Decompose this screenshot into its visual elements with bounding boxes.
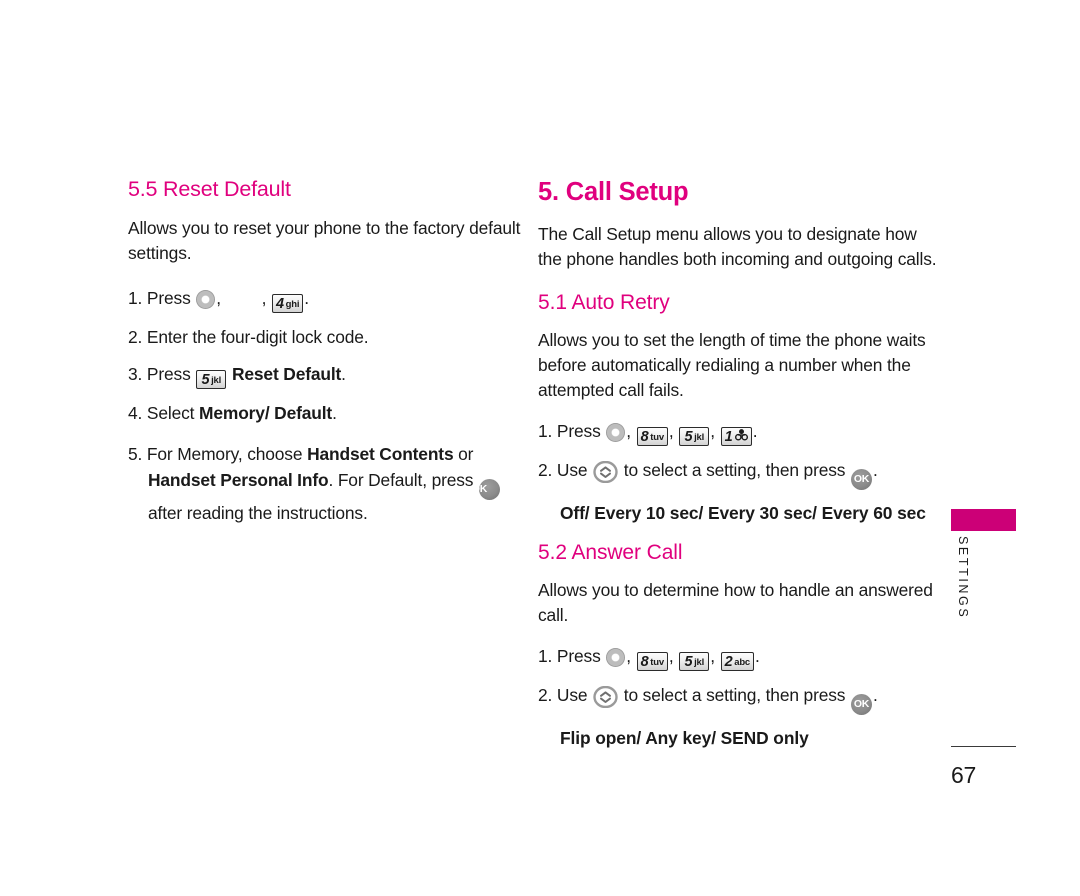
keycap-5-jkl-icon: 5 jkl bbox=[196, 369, 227, 389]
step-1-verb: Press bbox=[146, 287, 191, 308]
voicemail-glyph-icon bbox=[734, 428, 748, 443]
ok-round-key-icon: OK bbox=[472, 478, 501, 500]
step-3: 3. Press 5 jkl Reset Default. bbox=[128, 361, 523, 389]
step-3-bold: Reset Default bbox=[231, 363, 342, 384]
step-4-number: 4. bbox=[128, 402, 143, 423]
period-4: . bbox=[332, 402, 337, 423]
section-tab-marker bbox=[951, 509, 1016, 531]
step-2-number: 2. bbox=[128, 326, 143, 347]
section-heading-reset-default: 5.5 Reset Default bbox=[128, 177, 291, 201]
auto-retry-step-2-post: . bbox=[873, 460, 878, 481]
keycap-4-ghi-icon: 4 ghi bbox=[272, 293, 304, 313]
answer-call-step-2-post: . bbox=[873, 685, 878, 706]
comma: , bbox=[668, 646, 674, 667]
auto-retry-step-2-pre: Use bbox=[556, 460, 588, 481]
comma: , bbox=[626, 421, 631, 442]
nav-updown-key-icon bbox=[593, 460, 618, 484]
answer-call-step-1-verb: Press bbox=[556, 646, 601, 667]
keycap-1-voicemail-icon: 1 bbox=[720, 427, 752, 447]
comma: , bbox=[710, 646, 715, 667]
answer-call-step-2: 2. Use to select a setting, then press O… bbox=[538, 682, 938, 716]
step-5-bold-b: Handset Personal Info bbox=[148, 469, 329, 490]
step-4-bold: Memory/ Default bbox=[199, 402, 333, 423]
keycap-8-tuv-icon: 8 tuv bbox=[636, 652, 668, 672]
page-number: 67 bbox=[951, 762, 976, 788]
auto-retry-step-1-number: 1. bbox=[538, 421, 553, 442]
step-5-part-c: . For Default, press bbox=[328, 469, 479, 490]
section-heading-auto-retry: 5.1 Auto Retry bbox=[538, 291, 670, 315]
ok-round-key-icon: OK bbox=[851, 469, 873, 491]
answer-call-step-2-pre: Use bbox=[556, 685, 588, 706]
nav-updown-key-icon bbox=[593, 686, 618, 709]
step-2-text: Enter the four-digit lock code. bbox=[146, 326, 369, 347]
folio-rule bbox=[951, 746, 1016, 747]
auto-retry-step-2-mid: to select a setting, then press bbox=[623, 460, 846, 481]
keycap-2-abc-icon: 2 abc bbox=[720, 652, 755, 672]
period: . bbox=[755, 646, 760, 667]
answer-call-intro: Allows you to determine how to handle an… bbox=[538, 580, 933, 626]
answer-call-step-2-mid: to select a setting, then press bbox=[623, 685, 846, 706]
step-3-number: 3. bbox=[128, 363, 143, 384]
left-column: 5.5 Reset Default Allows you to reset yo… bbox=[128, 177, 523, 537]
keycap-5-jkl-icon: 5 jkl bbox=[679, 427, 710, 447]
keycap-8-tuv-icon: 8 tuv bbox=[636, 427, 668, 447]
menu-round-key-icon bbox=[606, 423, 626, 443]
chapter-heading-call-setup: 5. Call Setup bbox=[538, 178, 689, 206]
answer-call-step-1: 1. Press , 8 tuv, 5 jkl, 2 abc. bbox=[538, 643, 938, 672]
keycap-5-jkl-icon: 5 jkl bbox=[679, 652, 710, 672]
section-heading-answer-call: 5.2 Answer Call bbox=[538, 541, 683, 565]
ok-round-key-icon: OK bbox=[851, 694, 873, 716]
step-5-bold-a: Handset Contents bbox=[307, 443, 454, 464]
auto-retry-step-2-number: 2. bbox=[538, 460, 553, 481]
auto-retry-options: Off/ Every 10 sec/ Every 30 sec/ Every 6… bbox=[560, 503, 926, 524]
step-5-part-d: after reading the instructions. bbox=[148, 502, 368, 523]
step-5: 5. For Memory, choose Handset Contents o… bbox=[128, 441, 523, 526]
step-4-verb: Select bbox=[146, 402, 195, 423]
answer-call-options: Flip open/ Any key/ SEND only bbox=[560, 728, 809, 749]
comma: , bbox=[668, 421, 674, 442]
period-3: . bbox=[341, 363, 346, 384]
step-3-verb: Press bbox=[146, 363, 191, 384]
call-setup-intro: The Call Setup menu allows you to design… bbox=[538, 224, 937, 270]
step-5-number: 5. bbox=[128, 443, 143, 464]
auto-retry-step-1: 1. Press , 8 tuv, 5 jkl, 1. bbox=[538, 418, 938, 447]
auto-retry-intro: Allows you to set the length of time the… bbox=[538, 330, 926, 401]
menu-round-key-icon bbox=[606, 648, 626, 668]
step-4: 4. Select Memory/ Default. bbox=[128, 400, 523, 426]
right-column: 5. Call Setup The Call Setup menu allows… bbox=[538, 178, 938, 766]
step-1-number: 1. bbox=[128, 287, 143, 308]
comma: , bbox=[626, 646, 631, 667]
step-2: 2. Enter the four-digit lock code. bbox=[128, 324, 523, 350]
reset-default-intro: Allows you to reset your phone to the fa… bbox=[128, 217, 521, 263]
menu-round-key-icon bbox=[196, 289, 216, 309]
auto-retry-step-1-verb: Press bbox=[556, 421, 601, 442]
comma-2: , bbox=[261, 287, 267, 308]
step-5-part-a: For Memory, choose bbox=[146, 443, 308, 464]
period: . bbox=[752, 421, 758, 442]
manual-page: 5.5 Reset Default Allows you to reset yo… bbox=[0, 0, 1080, 896]
section-tab-label: SETTINGS bbox=[956, 536, 970, 620]
answer-call-step-2-number: 2. bbox=[538, 685, 553, 706]
step-5-part-b: or bbox=[453, 443, 474, 464]
comma: , bbox=[710, 421, 715, 442]
answer-call-step-1-number: 1. bbox=[538, 646, 553, 667]
comma-1: , bbox=[216, 287, 221, 308]
auto-retry-step-2: 2. Use to select a setting, then press O… bbox=[538, 457, 938, 491]
step-1: 1. Press , , 4 ghi. bbox=[128, 285, 523, 313]
period-1: . bbox=[304, 287, 309, 308]
